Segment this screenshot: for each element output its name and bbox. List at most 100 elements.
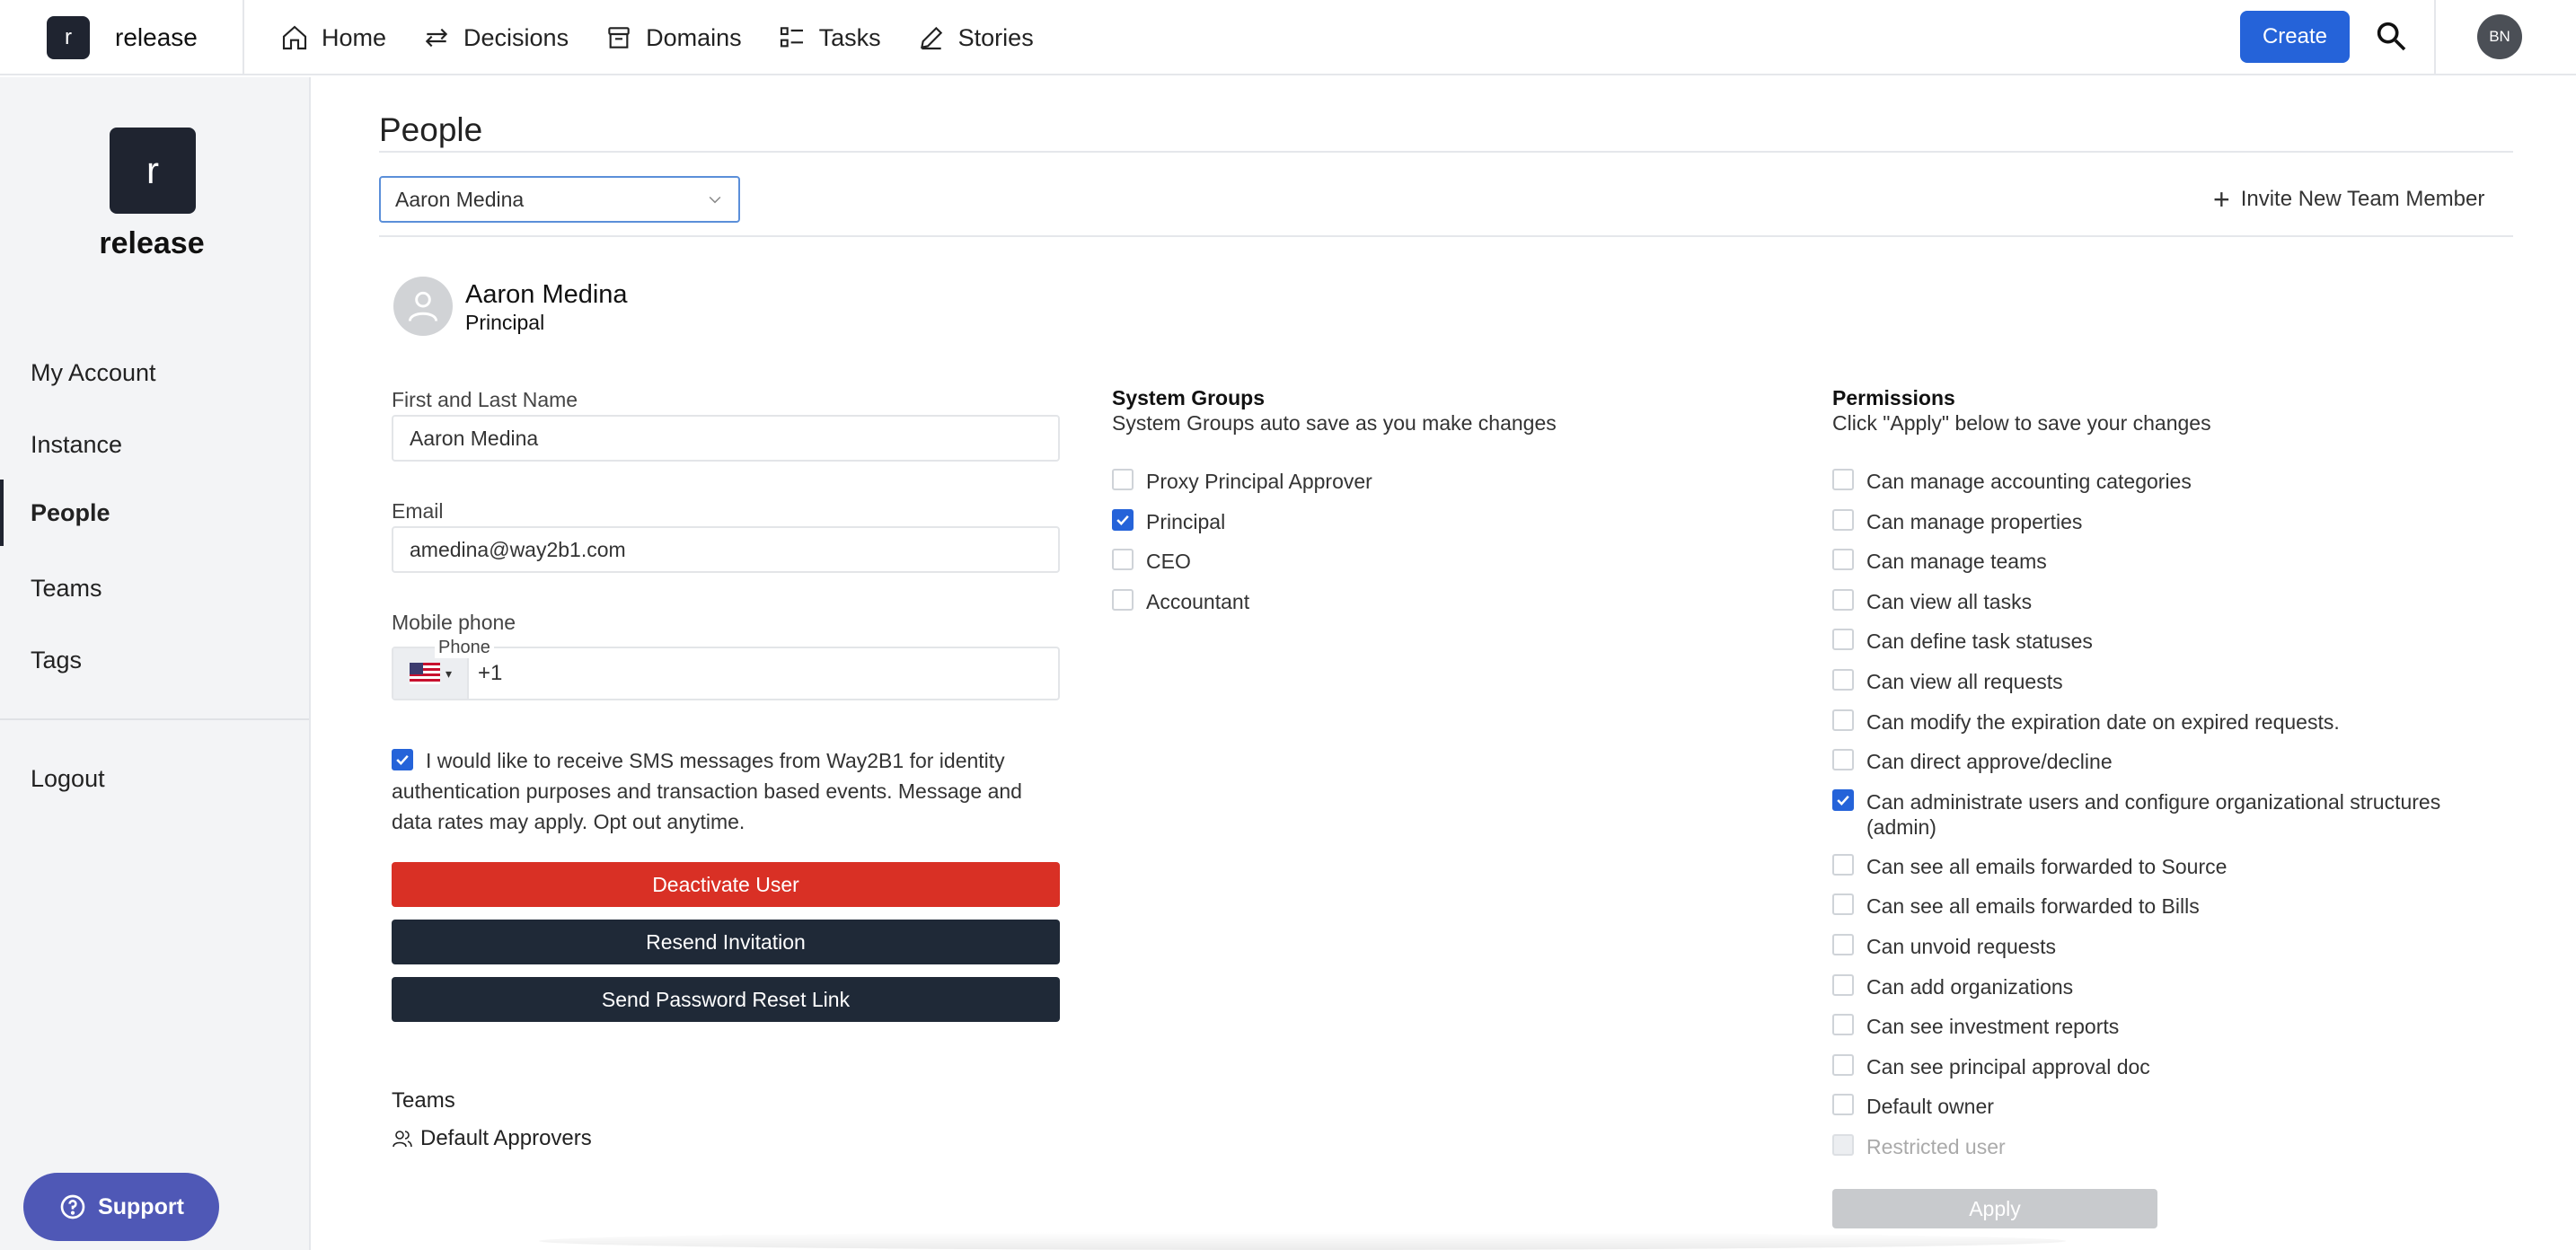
nav-domains[interactable]: Domains — [604, 23, 742, 52]
system-group-checkbox-row[interactable]: Accountant — [1112, 588, 1775, 614]
create-button[interactable]: Create — [2240, 11, 2350, 63]
permission-checkbox-row[interactable]: Can see all emails forwarded to Source — [1832, 853, 2495, 879]
permission-label: Can modify the expiration date on expire… — [1866, 709, 2340, 734]
permission-checkbox-row[interactable]: Can view all tasks — [1832, 588, 2495, 614]
user-avatar[interactable]: BN — [2477, 14, 2522, 59]
permission-checkbox-row[interactable]: Can view all requests — [1832, 669, 2495, 694]
system-group-checkbox[interactable] — [1112, 588, 1134, 611]
permission-label: Restricted user — [1866, 1135, 2006, 1158]
main-nav: Home Decisions Domains Tasks Stories — [280, 0, 1070, 75]
permission-checkbox[interactable] — [1832, 469, 1854, 490]
apply-button[interactable]: Apply — [1832, 1189, 2157, 1228]
system-group-checkbox[interactable] — [1112, 508, 1134, 531]
permissions-heading: Permissions — [1832, 386, 1955, 409]
permission-checkbox[interactable] — [1832, 853, 1854, 876]
permission-checkbox-row[interactable]: Can see all emails forwarded to Bills — [1832, 893, 2495, 919]
system-group-checkbox-row[interactable]: CEO — [1112, 549, 1775, 574]
permission-label: Can manage accounting categories — [1866, 470, 2192, 493]
permission-checkbox-row[interactable]: Can manage teams — [1832, 549, 2495, 574]
sidebar-org-name: release — [99, 226, 205, 260]
email-input[interactable] — [392, 526, 1060, 573]
sidebar-item-people[interactable]: People — [0, 480, 309, 546]
system-group-label: Proxy Principal Approver — [1146, 470, 1372, 493]
phone-field[interactable]: ▾ Phone +1 — [392, 638, 1060, 700]
person-select[interactable]: Aaron Medina — [379, 176, 740, 223]
permission-checkbox-row[interactable]: Can add organizations — [1832, 973, 2495, 999]
system-groups-subtitle: System Groups auto save as you make chan… — [1112, 411, 1557, 435]
send-password-reset-button[interactable]: Send Password Reset Link — [392, 977, 1060, 1022]
support-button[interactable]: Support — [23, 1173, 219, 1241]
permission-checkbox-row[interactable]: Can manage properties — [1832, 508, 2495, 534]
check-icon — [1837, 795, 1849, 805]
nav-decisions[interactable]: Decisions — [422, 23, 569, 52]
invite-label: Invite New Team Member — [2240, 187, 2485, 211]
phone-input[interactable]: +1 — [478, 661, 502, 686]
check-icon — [1116, 515, 1129, 525]
home-icon — [282, 25, 307, 50]
permission-checkbox-row[interactable]: Can manage accounting categories — [1832, 469, 2495, 494]
checklist-icon — [780, 27, 803, 48]
team-name: Default Approvers — [420, 1126, 592, 1150]
permission-checkbox-row[interactable]: Can modify the expiration date on expire… — [1832, 709, 2495, 735]
user-icon — [408, 291, 438, 321]
nav-home[interactable]: Home — [280, 23, 386, 52]
permission-checkbox[interactable] — [1832, 629, 1854, 651]
system-group-checkbox-row[interactable]: Proxy Principal Approver — [1112, 469, 1775, 494]
invite-team-member-button[interactable]: + Invite New Team Member — [2213, 185, 2484, 214]
permission-checkbox[interactable] — [1832, 508, 1854, 531]
permission-checkbox-row[interactable]: Can see investment reports — [1832, 1014, 2495, 1039]
deactivate-user-button[interactable]: Deactivate User — [392, 862, 1060, 907]
page-title: People — [379, 111, 483, 148]
sidebar-logo: r — [110, 128, 196, 214]
arrows-icon — [425, 28, 448, 48]
permission-checkbox[interactable] — [1832, 588, 1854, 611]
team-item[interactable]: Default Approvers — [392, 1126, 592, 1151]
permission-checkbox[interactable] — [1832, 1014, 1854, 1036]
nav-tasks-label: Tasks — [818, 23, 881, 51]
permission-label: Can add organizations — [1866, 974, 2074, 999]
permission-checkbox-row[interactable]: Can see principal approval doc — [1832, 1053, 2495, 1079]
pencil-icon — [920, 26, 942, 50]
resend-invitation-button[interactable]: Resend Invitation — [392, 920, 1060, 964]
brand[interactable]: r release — [0, 0, 244, 75]
permission-checkbox-row[interactable]: Can administrate users and configure org… — [1832, 788, 2495, 840]
sidebar-item-tags[interactable]: Tags — [0, 627, 309, 693]
system-group-checkbox[interactable] — [1112, 469, 1134, 490]
permission-checkbox[interactable] — [1832, 788, 1854, 811]
system-group-label: Accountant — [1146, 589, 1250, 613]
permission-checkbox[interactable] — [1832, 549, 1854, 571]
nav-domains-label: Domains — [646, 23, 742, 51]
system-group-checkbox-row[interactable]: Principal — [1112, 508, 1775, 534]
permission-checkbox-row[interactable]: Default owner — [1832, 1094, 2495, 1119]
title-divider — [379, 151, 2513, 153]
permission-checkbox[interactable] — [1832, 709, 1854, 731]
plus-icon: + — [2213, 183, 2230, 216]
permission-checkbox[interactable] — [1832, 1094, 1854, 1116]
permission-label: Can manage teams — [1866, 550, 2047, 574]
sidebar-item-instance[interactable]: Instance — [0, 411, 309, 478]
permission-checkbox[interactable] — [1832, 669, 1854, 691]
system-group-label: CEO — [1146, 550, 1191, 573]
permission-label: Can see investment reports — [1866, 1015, 2120, 1039]
permission-checkbox[interactable] — [1832, 749, 1854, 771]
nav-tasks[interactable]: Tasks — [778, 23, 881, 52]
permission-checkbox[interactable] — [1832, 934, 1854, 955]
name-input[interactable] — [392, 415, 1060, 462]
sidebar-item-my-account[interactable]: My Account — [0, 339, 309, 406]
permission-label: Default owner — [1866, 1095, 1994, 1119]
sidebar-item-teams[interactable]: Teams — [0, 555, 309, 621]
permission-checkbox-row[interactable]: Can direct approve/decline — [1832, 749, 2495, 774]
sidebar-item-logout[interactable]: Logout — [0, 745, 309, 812]
permission-checkbox[interactable] — [1832, 1053, 1854, 1076]
permission-checkbox-row: Restricted user — [1832, 1134, 2495, 1159]
search-button[interactable] — [2373, 18, 2409, 54]
system-group-checkbox[interactable] — [1112, 549, 1134, 570]
permission-checkbox[interactable] — [1832, 973, 1854, 996]
nav-stories[interactable]: Stories — [917, 23, 1034, 52]
search-icon — [2377, 22, 2406, 51]
phone-label: Mobile phone — [392, 611, 516, 634]
permission-checkbox[interactable] — [1832, 893, 1854, 916]
name-label: First and Last Name — [392, 388, 578, 411]
permission-checkbox-row[interactable]: Can define task statuses — [1832, 629, 2495, 654]
permission-checkbox-row[interactable]: Can unvoid requests — [1832, 934, 2495, 959]
